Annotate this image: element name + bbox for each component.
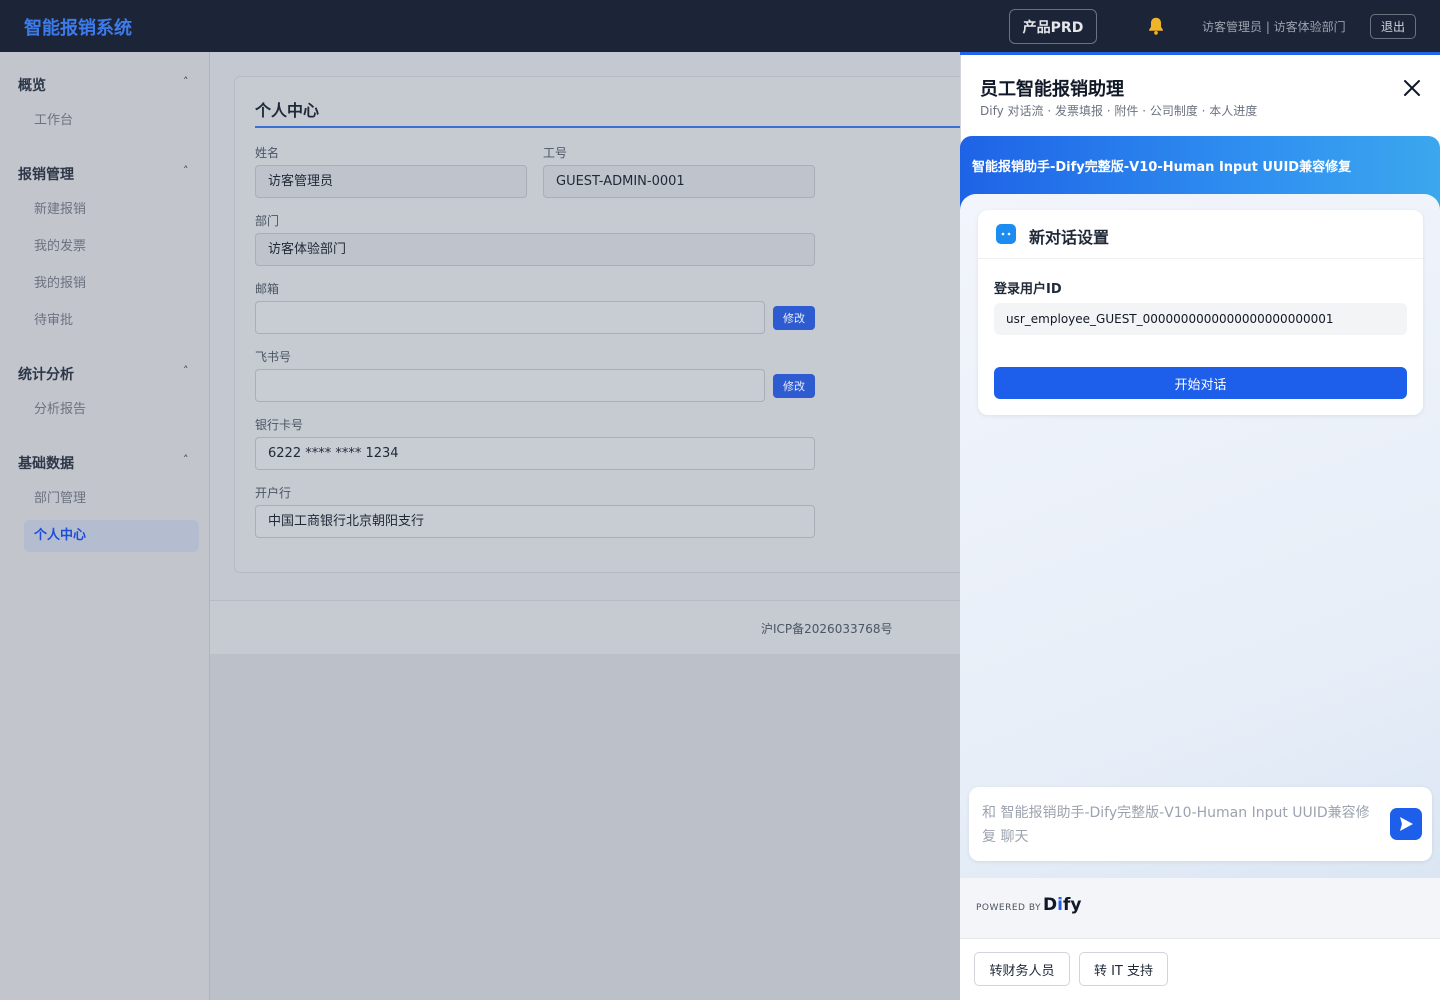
department-label: 部门 — [255, 214, 280, 228]
name-label: 姓名 — [255, 146, 280, 160]
transfer-it-button[interactable]: 转 IT 支持 — [1079, 952, 1168, 986]
sidebar-group-analytics[interactable]: 统计分析 — [18, 364, 74, 384]
assistant-title: 员工智能报销助理 — [980, 79, 1124, 100]
user-id-input[interactable] — [994, 303, 1407, 335]
feishu-field[interactable] — [255, 369, 765, 402]
card-divider — [978, 258, 1423, 259]
feishu-label: 飞书号 — [255, 350, 292, 364]
sidebar-item-analysis-report[interactable]: 分析报告 — [24, 394, 199, 426]
bank-card-field[interactable]: 6222 **** **** 1234 — [255, 437, 815, 470]
email-label: 邮箱 — [255, 282, 280, 296]
feishu-edit-button[interactable]: 修改 — [773, 374, 815, 398]
title-underline — [255, 126, 960, 128]
caret-up-icon[interactable]: ˄ — [183, 453, 189, 466]
sidebar-group-overview[interactable]: 概览 — [18, 75, 46, 95]
logout-button[interactable]: 退出 — [1370, 14, 1416, 39]
page-bottom-area — [210, 654, 960, 1000]
sidebar-item-my-invoices[interactable]: 我的发票 — [24, 231, 199, 263]
sidebar-item-department[interactable]: 部门管理 — [24, 483, 199, 515]
panel-accent-line — [960, 52, 1440, 55]
chat-input[interactable]: 和 智能报销助手-Dify完整版-V10-Human Input UUID兼容修… — [982, 801, 1372, 849]
department-field: 访客体验部门 — [255, 233, 815, 266]
name-field: 访客管理员 — [255, 165, 527, 198]
user-id-label: 登录用户ID — [994, 282, 1062, 297]
setup-title: 新对话设置 — [1029, 228, 1110, 247]
bank-branch-field[interactable]: 中国工商银行北京朝阳支行 — [255, 505, 815, 538]
bell-icon[interactable] — [1145, 15, 1167, 37]
transfer-finance-button[interactable]: 转财务人员 — [974, 952, 1070, 986]
brand-title[interactable]: 智能报销系统 — [24, 14, 132, 40]
user-info: 访客管理员 | 访客体验部门 — [1202, 20, 1346, 34]
dify-logo: Dify — [1043, 895, 1081, 915]
dify-logo-part: fy — [1062, 895, 1082, 915]
sidebar-group-base-data[interactable]: 基础数据 — [18, 453, 74, 473]
dify-logo-part: D — [1043, 895, 1058, 915]
sidebar-item-profile[interactable]: 个人中心 — [24, 520, 199, 552]
robot-icon — [996, 224, 1016, 244]
bank-card-label: 银行卡号 — [255, 418, 304, 432]
close-icon[interactable] — [1400, 76, 1424, 100]
send-icon — [1400, 817, 1413, 831]
page-title: 个人中心 — [255, 101, 320, 120]
chat-app-title: 智能报销助手-Dify完整版-V10-Human Input UUID兼容修复 — [972, 160, 1352, 175]
send-button[interactable] — [1390, 808, 1422, 840]
start-chat-button[interactable]: 开始对话 — [994, 367, 1407, 399]
caret-up-icon[interactable]: ˄ — [183, 75, 189, 88]
powered-by-label: POWERED BY — [976, 903, 1042, 913]
sidebar-item-new-expense[interactable]: 新建报销 — [24, 194, 199, 226]
bank-branch-label: 开户行 — [255, 486, 292, 500]
email-edit-button[interactable]: 修改 — [773, 306, 815, 330]
employee-id-label: 工号 — [543, 146, 568, 160]
assistant-subtitle: Dify 对话流 · 发票填报 · 附件 · 公司制度 · 本人进度 — [980, 104, 1258, 118]
caret-up-icon[interactable]: ˄ — [183, 364, 189, 377]
sidebar-group-expense[interactable]: 报销管理 — [18, 164, 74, 184]
top-bar: 智能报销系统 产品PRD 访客管理员 | 访客体验部门 退出 — [0, 0, 1440, 52]
caret-up-icon[interactable]: ˄ — [183, 164, 189, 177]
email-field[interactable] — [255, 301, 765, 334]
icp-record[interactable]: 沪ICP备2026033768号 — [761, 620, 893, 637]
sidebar-item-my-expenses[interactable]: 我的报销 — [24, 268, 199, 300]
sidebar-item-pending-approval[interactable]: 待审批 — [24, 305, 199, 337]
sidebar-item-workbench[interactable]: 工作台 — [24, 105, 199, 137]
employee-id-field: GUEST-ADMIN-0001 — [543, 165, 815, 198]
product-prd-button[interactable]: 产品PRD — [1009, 9, 1097, 44]
